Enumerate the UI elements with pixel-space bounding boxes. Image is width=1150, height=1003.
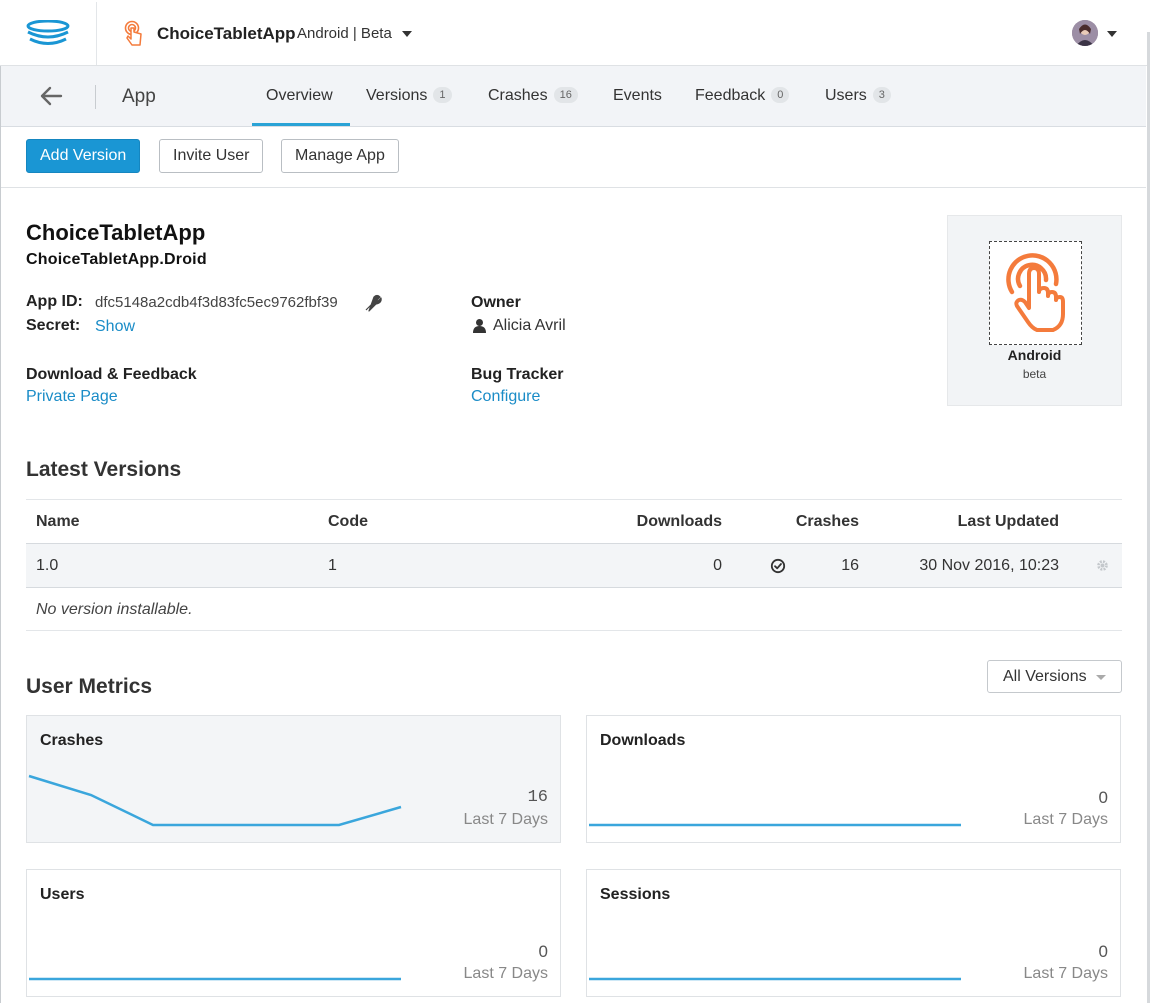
app-icon-card: Android beta — [947, 215, 1122, 406]
column-header-downloads[interactable]: Downloads — [637, 513, 722, 531]
metric-value: 0 — [1098, 788, 1108, 807]
secret-label: Secret: — [26, 317, 81, 334]
private-page-link[interactable]: Private Page — [26, 388, 118, 406]
column-header-name[interactable]: Name — [36, 513, 80, 531]
user-menu-chevron-down-icon[interactable] — [1107, 31, 1117, 37]
tab-feedback[interactable]: Feedback 0 — [695, 87, 790, 105]
chevron-down-icon[interactable] — [402, 31, 412, 37]
count-badge: 0 — [771, 87, 790, 103]
user-photo-icon — [1072, 20, 1098, 46]
divider — [95, 85, 96, 109]
latest-versions-heading: Latest Versions — [26, 458, 182, 481]
tap-finger-icon — [1006, 253, 1065, 332]
tab-label: Events — [613, 87, 662, 104]
metric-period: Last 7 Days — [463, 811, 548, 828]
person-icon — [473, 319, 486, 333]
metric-card-users[interactable]: Users 0 Last 7 Days — [26, 869, 561, 997]
tab-overview[interactable]: Overview — [266, 87, 333, 105]
section-title: App — [122, 86, 156, 107]
column-header-code[interactable]: Code — [328, 513, 368, 531]
count-badge: 16 — [553, 87, 578, 103]
metric-period: Last 7 Days — [1023, 811, 1108, 828]
app-switcher-name[interactable]: ChoiceTabletApp — [157, 24, 296, 44]
top-bar: ChoiceTabletApp Android | Beta — [0, 0, 1150, 66]
metric-value: 16 — [527, 788, 548, 807]
gear-icon[interactable] — [1096, 559, 1109, 572]
metric-period: Last 7 Days — [1023, 965, 1108, 982]
tab-label: Feedback — [695, 87, 766, 104]
hockeyapp-logo-icon[interactable] — [26, 20, 70, 48]
action-bar: Add Version Invite User Manage App — [1, 127, 1146, 188]
metric-title: Crashes — [40, 732, 104, 749]
version-downloads: 0 — [713, 557, 722, 574]
versions-table: Name Code Downloads Crashes Last Updated… — [26, 499, 1122, 631]
version-crashes: 16 — [841, 557, 859, 574]
count-badge: 3 — [872, 87, 891, 103]
bundle-identifier: ChoiceTabletApp.Droid — [26, 251, 207, 268]
app-id-label: App ID: — [26, 293, 83, 310]
tab-crashes[interactable]: Crashes 16 — [488, 87, 578, 105]
tab-label: Crashes — [488, 87, 548, 104]
users-sparkline — [29, 977, 401, 981]
sessions-sparkline — [589, 977, 961, 981]
add-version-button[interactable]: Add Version — [26, 139, 141, 173]
active-tab-indicator — [252, 123, 350, 126]
downloads-sparkline — [589, 823, 961, 827]
metric-card-crashes[interactable]: Crashes 16 Last 7 Days — [26, 715, 561, 843]
app-icon-frame[interactable] — [989, 241, 1082, 345]
sub-navigation: App Overview Versions 1 Crashes 16 Events … — [1, 66, 1146, 127]
column-header-crashes[interactable]: Crashes — [796, 513, 859, 531]
manage-app-button[interactable]: Manage App — [281, 139, 399, 173]
owner-label: Owner — [471, 294, 521, 311]
invite-user-button[interactable]: Invite User — [159, 139, 264, 173]
show-secret-link[interactable]: Show — [95, 318, 135, 336]
bug-tracker-label: Bug Tracker — [471, 366, 564, 383]
app-switcher-platform[interactable]: Android | Beta — [297, 25, 392, 42]
tab-label: Versions — [366, 87, 428, 104]
table-row[interactable]: 1.0 1 0 16 30 Nov 2016, 10:23 — [26, 544, 1122, 588]
metric-card-downloads[interactable]: Downloads 0 Last 7 Days — [586, 715, 1121, 843]
metric-card-sessions[interactable]: Sessions 0 Last 7 Days — [586, 869, 1121, 997]
metric-title: Sessions — [600, 886, 671, 903]
metric-value: 0 — [538, 942, 548, 961]
chevron-down-icon — [1096, 675, 1106, 680]
app-id-value: dfc5148a2cdb4f3d83fc5ec9762fbf39 — [95, 294, 338, 311]
release-type: beta — [1022, 367, 1047, 381]
version-filter-select[interactable]: All Versions — [987, 660, 1122, 693]
configure-link[interactable]: Configure — [471, 388, 540, 406]
user-metrics-heading: User Metrics — [26, 675, 153, 698]
metric-value: 0 — [1098, 942, 1108, 961]
tap-finger-icon — [124, 20, 142, 46]
metric-period: Last 7 Days — [463, 965, 548, 982]
metric-title: Users — [40, 886, 85, 903]
divider — [96, 2, 97, 65]
download-feedback-label: Download & Feedback — [26, 366, 197, 383]
avatar[interactable] — [1072, 20, 1098, 46]
owner-name: Alicia Avril — [493, 317, 566, 334]
platform-name: Android — [1007, 347, 1062, 363]
check-circle-icon — [770, 558, 786, 574]
back-arrow-icon[interactable] — [37, 84, 65, 108]
wrench-icon[interactable] — [364, 294, 382, 312]
tab-label: Overview — [266, 87, 333, 104]
metric-title: Downloads — [600, 732, 686, 749]
tab-events[interactable]: Events — [613, 87, 662, 105]
version-filter-value: All Versions — [1003, 668, 1087, 685]
version-name: 1.0 — [36, 557, 59, 574]
tab-users[interactable]: Users 3 — [825, 87, 891, 105]
version-last-updated: 30 Nov 2016, 10:23 — [919, 557, 1059, 574]
table-footer: No version installable. — [26, 588, 1122, 631]
table-header: Name Code Downloads Crashes Last Updated — [26, 499, 1122, 544]
count-badge: 1 — [433, 87, 452, 103]
tab-versions[interactable]: Versions 1 — [366, 87, 452, 105]
column-header-last-updated[interactable]: Last Updated — [958, 513, 1059, 531]
no-installable-note: No version installable. — [36, 601, 193, 618]
tab-label: Users — [825, 87, 867, 104]
crashes-sparkline — [28, 774, 402, 827]
app-title: ChoiceTabletApp — [26, 220, 206, 245]
version-code: 1 — [328, 557, 337, 574]
